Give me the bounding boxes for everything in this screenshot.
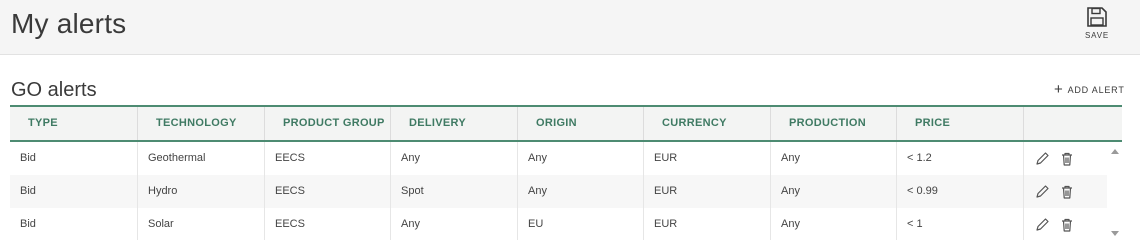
cell-currency: EUR [644,175,771,208]
cell-origin: EU [518,208,644,240]
column-header-currency[interactable]: CURRENCY [644,107,771,140]
table-row: Bid Solar EECS Any EU EUR Any < 1 [10,208,1107,240]
add-alert-label: ADD ALERT [1067,85,1125,95]
cell-product-group: EECS [265,142,391,175]
save-label: SAVE [1085,31,1109,40]
scroll-down-arrow-icon[interactable] [1111,231,1119,236]
column-header-product-group[interactable]: PRODUCT GROUP [265,107,391,140]
cell-currency: EUR [644,208,771,240]
cell-origin: Any [518,142,644,175]
column-header-actions [1024,107,1122,140]
cell-delivery: Spot [391,175,518,208]
column-header-technology[interactable]: TECHNOLOGY [138,107,265,140]
column-header-production[interactable]: PRODUCTION [771,107,897,140]
save-button[interactable]: SAVE [1080,6,1114,48]
edit-icon[interactable] [1034,151,1050,167]
plus-icon: + [1054,81,1064,98]
cell-currency: EUR [644,142,771,175]
cell-origin: Any [518,175,644,208]
cell-price: < 1 [897,208,1024,240]
table-row: Bid Geothermal EECS Any Any EUR Any < 1.… [10,142,1107,175]
row-actions [1024,208,1107,240]
cell-technology: Solar [138,208,265,240]
column-header-type[interactable]: TYPE [10,107,138,140]
cell-price: < 0.99 [897,175,1024,208]
cell-technology: Geothermal [138,142,265,175]
scroll-up-arrow-icon[interactable] [1111,149,1119,154]
top-bar: My alerts SAVE [0,0,1140,55]
cell-production: Any [771,175,897,208]
vertical-scrollbar[interactable] [1107,142,1122,240]
edit-icon[interactable] [1034,217,1050,233]
edit-icon[interactable] [1034,184,1050,200]
cell-type: Bid [10,208,138,240]
cell-type: Bid [10,175,138,208]
column-header-price[interactable]: PRICE [897,107,1024,140]
delete-icon[interactable] [1059,217,1075,233]
cell-production: Any [771,208,897,240]
page-title: My alerts [11,8,127,39]
delete-icon[interactable] [1059,151,1075,167]
floppy-disk-icon [1087,7,1107,27]
column-header-origin[interactable]: ORIGIN [518,107,644,140]
cell-price: < 1.2 [897,142,1024,175]
cell-production: Any [771,142,897,175]
cell-delivery: Any [391,208,518,240]
cell-technology: Hydro [138,175,265,208]
table-header: TYPE TECHNOLOGY PRODUCT GROUP DELIVERY O… [10,107,1122,142]
cell-type: Bid [10,142,138,175]
add-alert-button[interactable]: + ADD ALERT [1054,82,1125,98]
cell-product-group: EECS [265,208,391,240]
table-row: Bid Hydro EECS Spot Any EUR Any < 0.99 [10,175,1107,208]
cell-delivery: Any [391,142,518,175]
row-actions [1024,142,1107,175]
delete-icon[interactable] [1059,184,1075,200]
cell-product-group: EECS [265,175,391,208]
section-title: GO alerts [11,79,97,101]
table-body: Bid Geothermal EECS Any Any EUR Any < 1.… [10,142,1107,240]
column-header-delivery[interactable]: DELIVERY [391,107,518,140]
alerts-table: TYPE TECHNOLOGY PRODUCT GROUP DELIVERY O… [10,105,1122,240]
row-actions [1024,175,1107,208]
